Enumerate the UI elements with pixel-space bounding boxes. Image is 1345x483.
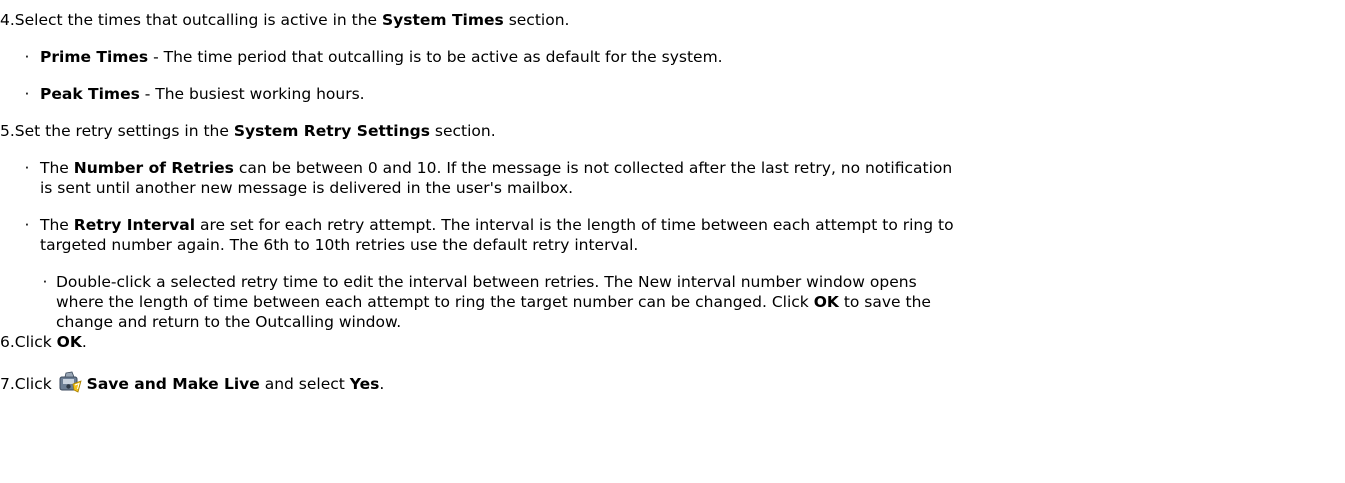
step-4-number: 4. (0, 11, 15, 29)
step-4-post: section. (503, 11, 570, 29)
prime-times-text: - The time period that outcalling is to … (148, 48, 723, 66)
sub-bullet-line2-text: where the length of time between each at… (56, 293, 814, 311)
bullet-dot: · (24, 159, 30, 177)
bullet-retry-interval-line2: targeted number again. The 6th to 10th r… (40, 236, 639, 254)
sub-bullet-line2: where the length of time between each at… (56, 292, 931, 312)
number-of-retries-label: Number of Retries (73, 159, 234, 177)
save-and-make-live-icon (57, 370, 83, 394)
bullet-dot: · (24, 85, 30, 103)
sub-bullet-line3: change and return to the Outcalling wind… (56, 313, 402, 331)
step-6-text: Click (14, 333, 57, 351)
step-5-number: 5. (0, 122, 15, 140)
interval-text: are set for each retry attempt. The inte… (195, 216, 954, 234)
step-6-ok: OK (56, 333, 82, 351)
step-7-number: 7. (0, 375, 15, 393)
prime-times-label: Prime Times (40, 48, 149, 66)
step-6: 6.Click OK. (0, 332, 87, 352)
interval-pre: The (40, 216, 74, 234)
step-7-post: . (379, 375, 385, 393)
step-5-post: section. (429, 122, 496, 140)
save-and-make-live-label: Save and Make Live (86, 375, 260, 393)
bullet-dot: · (24, 216, 30, 234)
step-4-text: Select the times that outcalling is acti… (14, 11, 383, 29)
help-document: { "step4": { "num": "4.", "pre": "Select… (0, 0, 1345, 483)
step-7-mid: and select (259, 375, 350, 393)
step-7-text: Click (14, 375, 57, 393)
step-5-text: Set the retry settings in the (14, 122, 234, 140)
step-4-bold: System Times (382, 11, 504, 29)
ok-label: OK (813, 293, 839, 311)
peak-times-label: Peak Times (40, 85, 140, 103)
bullet-peak-times: Peak Times - The busiest working hours. (40, 84, 365, 104)
retry-interval-label: Retry Interval (73, 216, 196, 234)
bullet-prime-times: Prime Times - The time period that outca… (40, 47, 723, 67)
step-5-bold: System Retry Settings (233, 122, 430, 140)
peak-times-text: - The busiest working hours. (139, 85, 365, 103)
bullet-dot: · (24, 48, 30, 66)
retries-text: can be between 0 and 10. If the message … (233, 159, 953, 177)
step-4: 4.Select the times that outcalling is ac… (0, 10, 569, 30)
bullet-retry-interval: The Retry Interval are set for each retr… (40, 215, 954, 235)
step-6-number: 6. (0, 333, 15, 351)
retries-pre: The (40, 159, 74, 177)
yes-label: Yes (349, 375, 380, 393)
sub-bullet-line2-post: to save the (838, 293, 931, 311)
step-5: 5.Set the retry settings in the System R… (0, 121, 496, 141)
sub-bullet-dot: · (42, 273, 48, 291)
bullet-number-of-retries-line2: is sent until another new message is del… (40, 179, 574, 197)
step-7: 7.Click Save and Make Live and select Ye… (0, 370, 384, 397)
step-6-post: . (81, 333, 87, 351)
sub-bullet-line1: Double-click a selected retry time to ed… (56, 273, 917, 291)
bullet-number-of-retries: The Number of Retries can be between 0 a… (40, 158, 952, 178)
